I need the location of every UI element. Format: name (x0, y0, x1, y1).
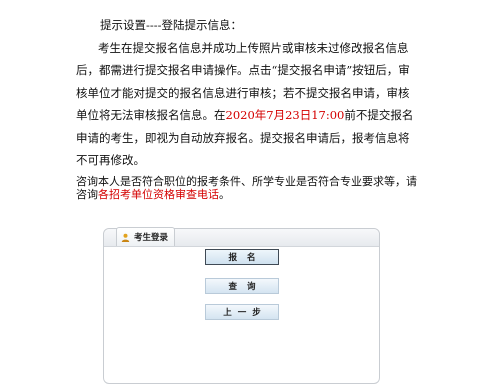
consult-paragraph: 咨询本人是否符合职位的报考条件、所学专业是否符合专业要求等，请咨询各招考单位资格… (76, 175, 421, 201)
panel-header: 考生登录 (104, 227, 379, 247)
notice-paragraph: 考生在提交报名信息并成功上传照片或审核未过修改报名信息后，都需进行提交报名申请操… (76, 37, 416, 172)
consult-end: 。 (219, 187, 230, 201)
tab-label: 考生登录 (134, 233, 169, 243)
consult-highlight: 各招考单位资格审查电话 (98, 187, 219, 201)
login-panel: 考生登录 报名 查询 上一步 (103, 227, 380, 384)
notice-title: 提示设置----登陆提示信息： (100, 18, 243, 32)
user-icon (121, 233, 130, 242)
notice-block: 提示设置----登陆提示信息： 考生在提交报名信息并成功上传照片或审核未过修改报… (76, 14, 416, 172)
register-button[interactable]: 报名 (205, 249, 279, 265)
query-button[interactable]: 查询 (205, 278, 279, 294)
tab-student-login[interactable]: 考生登录 (116, 227, 176, 246)
deadline-text: 2020年7月23日17:00 (225, 108, 345, 122)
back-button[interactable]: 上一步 (205, 304, 279, 320)
consult-block: 咨询本人是否符合职位的报考条件、所学专业是否符合专业要求等，请咨询各招考单位资格… (76, 175, 421, 201)
